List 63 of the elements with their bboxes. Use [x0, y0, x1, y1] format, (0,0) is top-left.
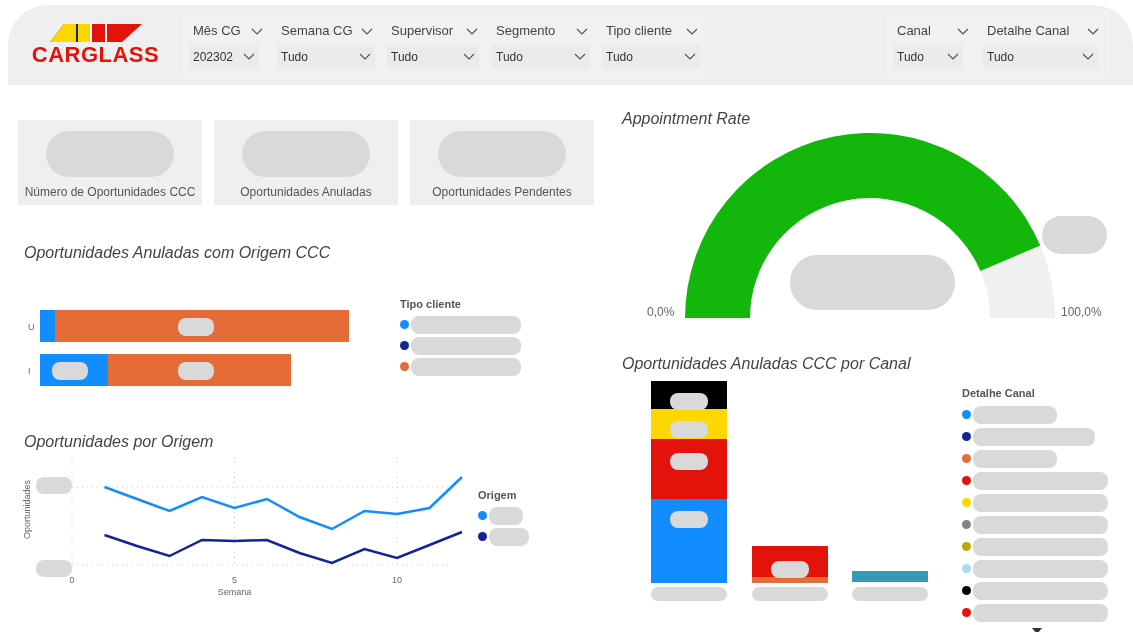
slicer-label: Canal — [897, 22, 931, 41]
redacted-label — [489, 527, 529, 546]
redacted-value — [36, 560, 72, 578]
redacted-value — [670, 453, 708, 471]
slicer-dropdown[interactable]: Tudo — [983, 44, 1098, 69]
legend-title: Tipo cliente — [400, 297, 462, 313]
chevron-down-icon — [463, 53, 475, 61]
redacted-value — [670, 421, 708, 439]
slicer-label: Detalhe Canal — [987, 22, 1070, 41]
axis-label: I — [28, 366, 31, 377]
slicer-label: Supervisor — [391, 22, 454, 41]
logo-stripes-icon — [49, 24, 142, 42]
chevron-down-icon — [574, 53, 586, 61]
redacted-value — [36, 477, 72, 495]
chart-title: Oportunidades Anuladas CCC por Canal — [622, 354, 912, 374]
slicer-dropdown[interactable]: Tudo — [893, 44, 963, 69]
slicer-label: Tipo cliente — [606, 22, 672, 41]
logo-text: CARGLASS — [31, 44, 160, 66]
redacted-value — [178, 362, 214, 381]
slicer-dropdown[interactable]: Tudo — [277, 44, 375, 69]
slicer-dropdown[interactable]: 202302 — [189, 44, 259, 69]
chevron-down-icon — [957, 27, 969, 35]
redacted-label — [489, 506, 523, 525]
slicer-dropdown[interactable]: Tudo — [492, 44, 590, 69]
chevron-down-icon — [947, 53, 959, 61]
axis-tick-label: 10 — [392, 575, 402, 586]
chevron-down-icon — [361, 27, 373, 35]
chevron-down-icon — [684, 53, 696, 61]
axis-tick-label: 0 — [69, 575, 75, 586]
chevron-down-icon — [251, 27, 263, 35]
slicer-label: Segmento — [496, 22, 556, 41]
redacted-value — [178, 318, 214, 337]
scroll-down-icon[interactable] — [1032, 627, 1042, 632]
axis-label: U — [28, 322, 35, 333]
slicer-dropdown[interactable]: Tudo — [602, 44, 700, 69]
chart-title: Oportunidades Anuladas com Origem CCC — [24, 243, 332, 263]
chart-title: Appointment Rate — [622, 109, 752, 129]
legend-title: Detalhe Canal — [962, 386, 1036, 402]
redacted-value — [670, 393, 708, 411]
chevron-down-icon — [243, 53, 255, 61]
redacted-value — [52, 362, 88, 381]
kpi-card: Número de Oportunidades CCC — [18, 120, 202, 205]
redacted-value — [1042, 216, 1107, 255]
redacted-value — [670, 511, 708, 529]
legend-title: Origem — [478, 488, 518, 504]
axis-title: Semana — [217, 587, 252, 598]
gauge-min-label: 0,0% — [647, 305, 675, 320]
chevron-down-icon — [1082, 53, 1094, 61]
kpi-card: Oportunidades Anuladas — [214, 120, 398, 205]
chevron-down-icon — [686, 27, 698, 35]
kpi-card: Oportunidades Pendentes — [410, 120, 594, 205]
chevron-down-icon — [1087, 27, 1099, 35]
axis-tick-label: 5 — [232, 575, 237, 586]
slicer-dropdown[interactable]: Tudo — [387, 44, 479, 69]
chart-title: Oportunidades por Origem — [24, 432, 215, 452]
slicer-label: Mês CG — [193, 22, 241, 41]
chevron-down-icon — [359, 53, 371, 61]
slicer-label: Semana CG — [281, 22, 353, 41]
redacted-value — [771, 561, 809, 579]
axis-title: Oportunidades — [22, 480, 32, 540]
chevron-down-icon — [466, 27, 478, 35]
gauge-max-label: 100,0% — [1061, 305, 1102, 320]
chevron-down-icon — [576, 27, 588, 35]
